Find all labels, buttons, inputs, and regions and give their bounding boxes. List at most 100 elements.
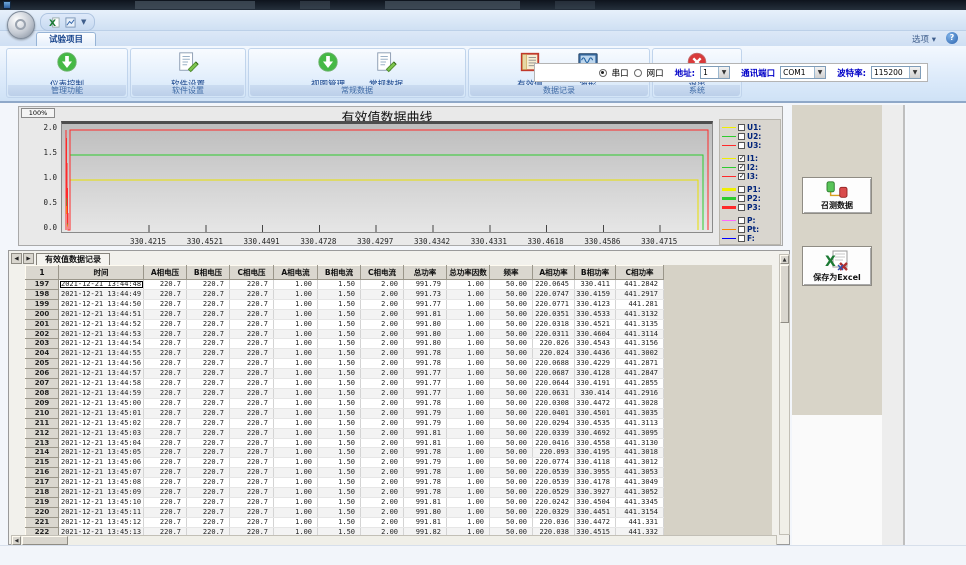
table-row[interactable]: 2052021-12-21 13:44:56220.7220.7220.71.0…: [26, 359, 664, 369]
value-cell[interactable]: 1.50: [318, 319, 361, 329]
value-cell[interactable]: 2.00: [361, 388, 404, 398]
value-cell[interactable]: 441.3135: [616, 319, 664, 329]
value-cell[interactable]: 1.00: [274, 428, 318, 438]
value-cell[interactable]: 441.2916: [616, 388, 664, 398]
value-cell[interactable]: 441.3049: [616, 478, 664, 488]
value-cell[interactable]: 220.7: [187, 369, 230, 379]
value-cell[interactable]: 1.00: [274, 398, 318, 408]
value-cell[interactable]: 1.00: [274, 478, 318, 488]
value-cell[interactable]: 1.50: [318, 379, 361, 389]
value-cell[interactable]: 220.7: [230, 299, 274, 309]
value-cell[interactable]: 330.4159: [575, 289, 616, 299]
value-cell[interactable]: 1.00: [447, 517, 490, 527]
value-cell[interactable]: 220.7: [230, 280, 274, 290]
value-cell[interactable]: 1.00: [447, 408, 490, 418]
table-row[interactable]: 2182021-12-21 13:45:09220.7220.7220.71.0…: [26, 488, 664, 498]
value-cell[interactable]: 1.50: [318, 418, 361, 428]
sheet-tab-next-button[interactable]: ▶: [23, 253, 34, 264]
value-cell[interactable]: 1.00: [447, 329, 490, 339]
comm-port-select[interactable]: COM1▼: [780, 66, 826, 79]
tab-test-project[interactable]: 试验项目: [36, 32, 96, 47]
value-cell[interactable]: 220.7: [187, 398, 230, 408]
value-cell[interactable]: 1.00: [274, 388, 318, 398]
row-number-cell[interactable]: 214: [26, 448, 59, 458]
value-cell[interactable]: 220.0529: [533, 488, 575, 498]
value-cell[interactable]: 220.7: [187, 309, 230, 319]
value-cell[interactable]: 220.7: [187, 517, 230, 527]
data-grid[interactable]: 1时间A相电压B相电压C相电压A相电流B相电流C相电流总功率总功率因数频率A相功…: [25, 265, 772, 536]
value-cell[interactable]: 220.7: [187, 319, 230, 329]
value-cell[interactable]: 220.0539: [533, 468, 575, 478]
value-cell[interactable]: 220.7: [187, 497, 230, 507]
value-cell[interactable]: 1.50: [318, 478, 361, 488]
value-cell[interactable]: 991.81: [404, 517, 447, 527]
value-cell[interactable]: 220.7: [187, 408, 230, 418]
time-cell[interactable]: 2021-12-21 13:45:10: [59, 497, 144, 507]
value-cell[interactable]: 220.0539: [533, 478, 575, 488]
table-row[interactable]: 2062021-12-21 13:44:57220.7220.7220.71.0…: [26, 369, 664, 379]
value-cell[interactable]: 991.80: [404, 339, 447, 349]
value-cell[interactable]: 50.00: [490, 299, 533, 309]
value-cell[interactable]: 441.3113: [616, 418, 664, 428]
value-cell[interactable]: 1.00: [274, 329, 318, 339]
value-cell[interactable]: 330.4229: [575, 359, 616, 369]
value-cell[interactable]: 50.00: [490, 428, 533, 438]
value-cell[interactable]: 1.00: [447, 359, 490, 369]
table-row[interactable]: 2022021-12-21 13:44:53220.7220.7220.71.0…: [26, 329, 664, 339]
value-cell[interactable]: 1.00: [447, 379, 490, 389]
value-cell[interactable]: 441.2847: [616, 369, 664, 379]
value-cell[interactable]: 220.0645: [533, 280, 575, 290]
table-row[interactable]: 2042021-12-21 13:44:55220.7220.7220.71.0…: [26, 349, 664, 359]
horizontal-scroll-thumb[interactable]: [22, 536, 68, 545]
value-cell[interactable]: 441.3012: [616, 458, 664, 468]
table-row[interactable]: 2012021-12-21 13:44:52220.7220.7220.71.0…: [26, 319, 664, 329]
grid-column-header[interactable]: 频率: [490, 266, 533, 280]
value-cell[interactable]: 1.00: [447, 339, 490, 349]
value-cell[interactable]: 220.0416: [533, 438, 575, 448]
value-cell[interactable]: 50.00: [490, 438, 533, 448]
time-cell[interactable]: 2021-12-21 13:44:54: [59, 339, 144, 349]
options-menu[interactable]: 选项 ▾: [912, 33, 936, 45]
vertical-scroll-thumb[interactable]: [780, 265, 789, 323]
value-cell[interactable]: 1.50: [318, 458, 361, 468]
value-cell[interactable]: 330.4195: [575, 448, 616, 458]
time-cell[interactable]: 2021-12-21 13:45:06: [59, 458, 144, 468]
grid-column-header[interactable]: C相电压: [230, 266, 274, 280]
time-cell[interactable]: 2021-12-21 13:44:56: [59, 359, 144, 369]
value-cell[interactable]: 220.024: [533, 349, 575, 359]
time-cell[interactable]: 2021-12-21 13:45:00: [59, 398, 144, 408]
legend-checkbox-U1[interactable]: [738, 124, 745, 131]
value-cell[interactable]: 220.026: [533, 339, 575, 349]
time-cell[interactable]: 2021-12-21 13:45:08: [59, 478, 144, 488]
value-cell[interactable]: 2.00: [361, 488, 404, 498]
chart-plot-area[interactable]: [61, 121, 713, 233]
time-cell[interactable]: 2021-12-21 13:44:55: [59, 349, 144, 359]
time-cell[interactable]: 2021-12-21 13:45:12: [59, 517, 144, 527]
value-cell[interactable]: 50.00: [490, 329, 533, 339]
value-cell[interactable]: 1.00: [274, 280, 318, 290]
value-cell[interactable]: 220.7: [230, 517, 274, 527]
table-row[interactable]: 2072021-12-21 13:44:58220.7220.7220.71.0…: [26, 379, 664, 389]
table-row[interactable]: 2202021-12-21 13:45:11220.7220.7220.71.0…: [26, 507, 664, 517]
value-cell[interactable]: 220.0774: [533, 458, 575, 468]
value-cell[interactable]: 2.00: [361, 507, 404, 517]
value-cell[interactable]: 220.7: [230, 458, 274, 468]
table-row[interactable]: 2172021-12-21 13:45:08220.7220.7220.71.0…: [26, 478, 664, 488]
value-cell[interactable]: 220.7: [144, 280, 187, 290]
serial-radio[interactable]: [599, 69, 607, 77]
time-cell[interactable]: 2021-12-21 13:45:01: [59, 408, 144, 418]
value-cell[interactable]: 220.0747: [533, 289, 575, 299]
value-cell[interactable]: 330.3955: [575, 468, 616, 478]
table-row[interactable]: 2212021-12-21 13:45:12220.7220.7220.71.0…: [26, 517, 664, 527]
value-cell[interactable]: 220.7: [187, 329, 230, 339]
grid-column-header[interactable]: C相电流: [361, 266, 404, 280]
value-cell[interactable]: 991.80: [404, 507, 447, 517]
value-cell[interactable]: 1.00: [447, 309, 490, 319]
value-cell[interactable]: 1.50: [318, 488, 361, 498]
grid-column-header[interactable]: A相功率: [533, 266, 575, 280]
legend-checkbox-P2[interactable]: [738, 195, 745, 202]
value-cell[interactable]: 1.00: [274, 359, 318, 369]
table-row[interactable]: 2102021-12-21 13:45:01220.7220.7220.71.0…: [26, 408, 664, 418]
value-cell[interactable]: 441.3035: [616, 408, 664, 418]
value-cell[interactable]: 1.00: [274, 299, 318, 309]
